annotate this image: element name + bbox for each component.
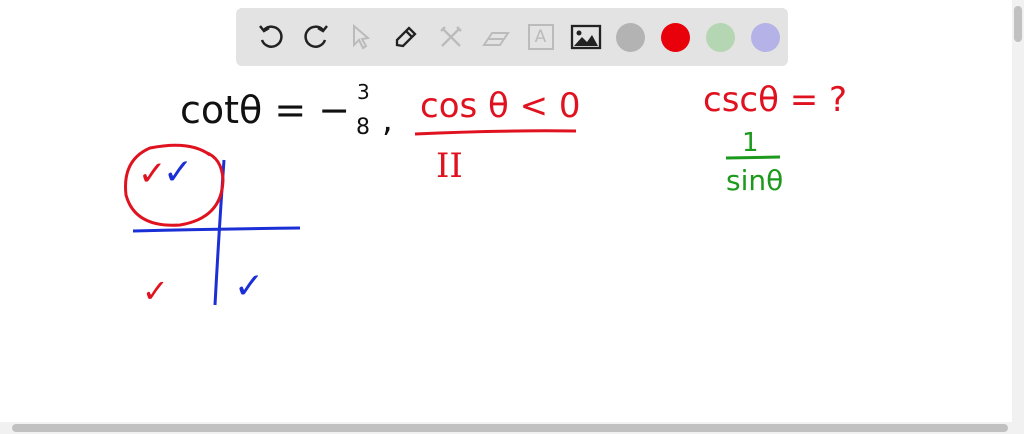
horizontal-scroll-thumb[interactable]: [12, 424, 1008, 432]
reciprocal-numerator: 1: [742, 128, 759, 158]
check-blue-q4: ✓: [234, 266, 265, 307]
cot-equation: cotθ = −: [180, 88, 351, 132]
ink-strokes: [124, 129, 781, 306]
csc-question: cscθ = ?: [703, 80, 848, 120]
fraction-numerator: 3: [357, 80, 370, 104]
check-red-q3: ✓: [142, 272, 169, 310]
quadrant-label: II: [436, 146, 463, 186]
reciprocal-denominator: sinθ: [726, 164, 784, 197]
horizontal-scrollbar[interactable]: [0, 422, 1024, 434]
check-blue-q2: ✓: [163, 152, 194, 193]
vertical-scrollbar[interactable]: [1012, 0, 1024, 422]
comma: ,: [382, 100, 393, 140]
cos-underline: [414, 129, 577, 136]
fraction-denominator: 8: [356, 115, 370, 140]
x-axis: [132, 226, 301, 233]
vertical-scroll-thumb[interactable]: [1014, 6, 1022, 42]
cos-condition: cos θ < 0: [420, 86, 581, 126]
